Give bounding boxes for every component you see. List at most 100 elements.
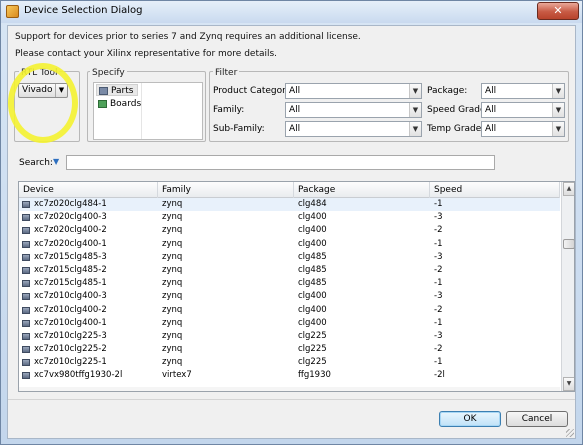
title-bar[interactable]: Device Selection Dialog ✕ <box>1 1 582 23</box>
cell-family: zynq <box>162 238 183 249</box>
table-row[interactable]: xc7z010clg225-3 zynq clg225 -3 <box>19 330 560 343</box>
table-row[interactable]: xc7z010clg400-3 zynq clg400 -3 <box>19 290 560 303</box>
resize-grip[interactable] <box>566 429 574 437</box>
speed-grade-select[interactable]: All ▼ <box>481 102 565 118</box>
part-icon <box>22 319 30 327</box>
cell-device: xc7z010clg225-2 <box>34 344 107 355</box>
table-row[interactable]: xc7z020clg400-2 zynq clg400 -2 <box>19 224 560 237</box>
speed-grade-value: All <box>485 105 497 115</box>
license-notice-line2: Please contact your Xilinx representativ… <box>15 49 278 59</box>
table-row[interactable]: xc7z020clg400-3 zynq clg400 -3 <box>19 211 560 224</box>
table-row[interactable]: xc7z010clg225-2 zynq clg225 -2 <box>19 343 560 356</box>
cell-speed: -3 <box>434 212 443 223</box>
cell-family: zynq <box>162 357 183 368</box>
table-row[interactable]: xc7z015clg485-1 zynq clg485 -1 <box>19 277 560 290</box>
cell-device: xc7vx980tffg1930-2l <box>34 370 123 381</box>
scroll-up-icon[interactable]: ▲ <box>563 182 574 196</box>
speed-grade-label: Speed Grade: <box>427 105 489 115</box>
cell-speed: -1 <box>434 278 443 289</box>
table-row[interactable]: xc7z015clg485-2 zynq clg485 -2 <box>19 264 560 277</box>
temp-grade-select[interactable]: All ▼ <box>481 121 565 137</box>
temp-grade-value: All <box>485 124 497 134</box>
specify-item-boards[interactable]: Boards <box>96 98 141 110</box>
cell-package: clg485 <box>298 251 327 262</box>
cell-package: clg400 <box>298 291 327 302</box>
cell-device: xc7z010clg400-2 <box>34 304 107 315</box>
cell-family: zynq <box>162 212 183 223</box>
scroll-down-icon[interactable]: ▼ <box>563 377 574 391</box>
cell-speed: -1 <box>434 357 443 368</box>
license-notice-line1: Support for devices prior to series 7 an… <box>15 32 361 42</box>
package-select[interactable]: All ▼ <box>481 83 565 99</box>
cell-family: zynq <box>162 291 183 302</box>
part-icon <box>22 240 30 248</box>
table-row[interactable]: xc7z010clg225-1 zynq clg225 -1 <box>19 356 560 369</box>
product-category-select[interactable]: All ▼ <box>285 83 422 99</box>
cell-device: xc7z020clg484-1 <box>34 199 107 209</box>
cell-family: zynq <box>162 317 183 328</box>
specify-item-label: Parts <box>111 86 134 96</box>
product-category-value: All <box>289 86 301 96</box>
column-header-device[interactable]: Device <box>19 182 158 198</box>
cell-package: clg485 <box>298 278 327 289</box>
cell-family: zynq <box>162 251 183 262</box>
chevron-down-icon: ▼ <box>552 103 564 117</box>
cell-speed: -2 <box>434 304 443 315</box>
column-header-speed[interactable]: Speed <box>430 182 560 198</box>
vertical-scrollbar[interactable]: ▲ ▼ <box>561 182 574 391</box>
cell-package: clg400 <box>298 317 327 328</box>
close-button[interactable]: ✕ <box>537 2 579 20</box>
cell-speed: -3 <box>434 291 443 302</box>
cell-family: zynq <box>162 304 183 315</box>
part-icon <box>22 280 30 288</box>
package-value: All <box>485 86 497 96</box>
cell-device: xc7z010clg400-1 <box>34 317 107 328</box>
window-title: Device Selection Dialog <box>24 5 143 16</box>
table-row[interactable]: xc7z010clg400-2 zynq clg400 -2 <box>19 304 560 317</box>
cell-speed: -1 <box>434 317 443 328</box>
specify-item-label: Boards <box>110 99 142 109</box>
horizontal-scrollbar[interactable] <box>19 387 560 391</box>
chevron-down-icon: ▼ <box>409 122 421 136</box>
column-header-package[interactable]: Package <box>294 182 430 198</box>
search-input[interactable] <box>66 155 495 170</box>
table-row[interactable]: xc7z015clg485-3 zynq clg485 -3 <box>19 251 560 264</box>
part-icon <box>22 214 30 222</box>
cell-package: clg400 <box>298 304 327 315</box>
table-row[interactable]: xc7z020clg484-1 zynq clg484 -1 <box>19 198 560 212</box>
scroll-thumb[interactable] <box>563 239 574 249</box>
cell-device: xc7z020clg400-3 <box>34 212 107 223</box>
cell-package: clg485 <box>298 264 327 275</box>
cancel-button[interactable]: Cancel <box>506 411 568 427</box>
cell-family: zynq <box>162 278 183 289</box>
table-row[interactable]: xc7z020clg400-1 zynq clg400 -1 <box>19 238 560 251</box>
sub-family-value: All <box>289 124 301 134</box>
cell-family: zynq <box>162 330 183 341</box>
cell-family: zynq <box>162 199 183 209</box>
device-selection-dialog: Device Selection Dialog ✕ Support for de… <box>0 0 583 445</box>
family-select[interactable]: All ▼ <box>285 102 422 118</box>
column-header-family[interactable]: Family <box>158 182 294 198</box>
sub-family-select[interactable]: All ▼ <box>285 121 422 137</box>
cell-package: clg400 <box>298 238 327 249</box>
specify-label: Specify <box>90 68 127 78</box>
part-icon <box>22 253 30 261</box>
part-icon <box>22 332 30 340</box>
specify-list[interactable]: Parts Boards <box>93 82 203 140</box>
ok-button[interactable]: OK <box>439 411 501 427</box>
cell-device: xc7z020clg400-1 <box>34 238 107 249</box>
app-icon <box>6 5 19 18</box>
cell-package: clg484 <box>298 199 327 209</box>
cell-package: clg400 <box>298 212 327 223</box>
table-row[interactable]: xc7z010clg400-1 zynq clg400 -1 <box>19 317 560 330</box>
table-row[interactable]: xc7vx980tffg1930-2l virtex7 ffg1930 -2l <box>19 369 560 382</box>
specify-item-parts[interactable]: Parts <box>96 84 138 96</box>
cell-device: xc7z020clg400-2 <box>34 225 107 236</box>
search-options-icon[interactable]: ▼ <box>53 157 59 166</box>
cell-speed: -2 <box>434 225 443 236</box>
family-label: Family: <box>213 105 245 115</box>
package-label: Package: <box>427 86 468 96</box>
cell-device: xc7z010clg225-1 <box>34 357 107 368</box>
chevron-down-icon: ▼ <box>552 84 564 98</box>
chevron-down-icon: ▼ <box>552 122 564 136</box>
